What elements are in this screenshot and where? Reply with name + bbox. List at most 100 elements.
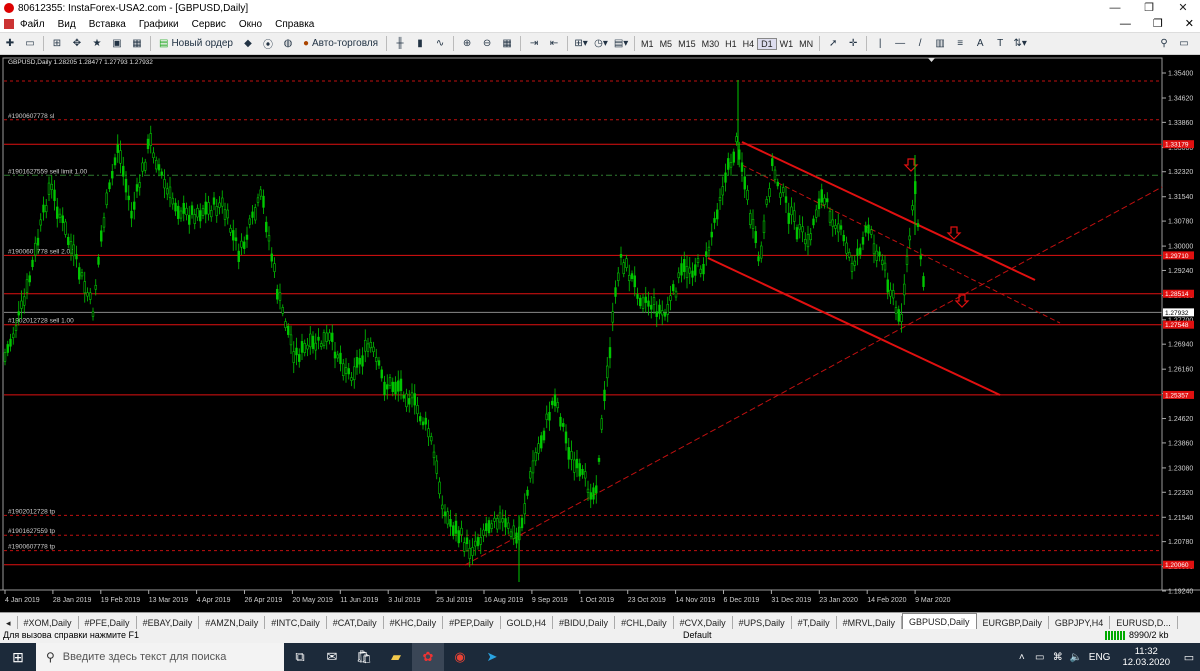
market-watch-icon[interactable]: ⊞ (49, 35, 65, 52)
close-button[interactable]: ✕ (1166, 0, 1200, 16)
volume-icon[interactable]: 🔈 (1067, 643, 1085, 671)
chart-tab[interactable]: #UPS,Daily (733, 616, 792, 630)
templates-icon[interactable]: ▤▾ (613, 35, 629, 52)
profiles-icon[interactable]: ▭ (22, 35, 38, 52)
timeframe-m5[interactable]: M5 (657, 39, 676, 49)
candle-body (894, 307, 898, 314)
tab-scroll-arrow-icon[interactable]: ◂ (0, 616, 18, 630)
store-icon[interactable]: 🛍 (348, 643, 380, 671)
navigator-icon[interactable]: ★ (89, 35, 105, 52)
chart-tab[interactable]: #MRVL,Daily (837, 616, 902, 630)
new-order-button[interactable]: ▤ Новый ордер (156, 35, 236, 52)
autoscroll-icon[interactable]: ⇥ (526, 35, 542, 52)
line-chart-icon[interactable]: ∿ (432, 35, 448, 52)
timeframe-m30[interactable]: M30 (699, 39, 723, 49)
timeframe-d1[interactable]: D1 (757, 37, 777, 50)
chat-icon[interactable]: ▭ (1176, 35, 1192, 52)
arrows-tool-icon[interactable]: ⇅▾ (1012, 35, 1028, 52)
bar-chart-icon[interactable]: ╫ (392, 35, 408, 52)
window-titlebar: 80612355: InstaForex-USA2.com - [GBPUSD,… (0, 0, 1200, 16)
task-view-icon[interactable]: ⧉ (284, 643, 316, 671)
crosshair-icon[interactable]: ✛ (845, 35, 861, 52)
terminal-icon[interactable]: ▣ (109, 35, 125, 52)
mail-icon[interactable]: ✉ (316, 643, 348, 671)
zoom-out-icon[interactable]: ⊖ (479, 35, 495, 52)
chart-tab[interactable]: #CVX,Daily (674, 616, 733, 630)
metaeditor-icon[interactable]: ◆ (240, 35, 256, 52)
text-tool[interactable]: A (972, 35, 988, 52)
auto-trading-label: Авто-торговля (312, 38, 379, 49)
chart-tab[interactable]: #AMZN,Daily (199, 616, 266, 630)
menu-window[interactable]: Окно (239, 19, 262, 30)
chart-tab[interactable]: GOLD,H4 (501, 616, 554, 630)
price-tick-label: 1.31540 (1168, 194, 1193, 201)
label-tool[interactable]: T (992, 35, 1008, 52)
chart-tab[interactable]: #PFE,Daily (79, 616, 137, 630)
timeframe-m15[interactable]: M15 (675, 39, 699, 49)
indicators-icon[interactable]: ⊞▾ (573, 35, 589, 52)
chart-tab[interactable]: #PEP,Daily (443, 616, 501, 630)
chart-tab[interactable]: #EBAY,Daily (137, 616, 200, 630)
child-close-button[interactable]: ✕ (1185, 16, 1194, 32)
chart-tab[interactable]: #T,Daily (792, 616, 837, 630)
horizontal-line-tool[interactable]: — (892, 35, 908, 52)
menu-tools[interactable]: Сервис (192, 19, 226, 30)
chart-tab[interactable]: #CHL,Daily (615, 616, 674, 630)
periods-icon[interactable]: ◷▾ (593, 35, 609, 52)
metatrader-app-icon[interactable]: ✿ (412, 643, 444, 671)
chart-tab[interactable]: #CAT,Daily (327, 616, 384, 630)
menu-insert[interactable]: Вставка (89, 19, 126, 30)
taskbar-clock[interactable]: 11:32 12.03.2020 (1122, 646, 1170, 668)
tray-arrow-icon[interactable]: ˄ (1013, 643, 1031, 671)
chart-tab[interactable]: #BIDU,Daily (553, 616, 616, 630)
chart-tab[interactable]: EURGBP,Daily (977, 616, 1049, 630)
timeframe-m1[interactable]: M1 (638, 39, 657, 49)
maximize-button[interactable]: ❐ (1132, 0, 1166, 16)
chrome-icon[interactable]: ◉ (444, 643, 476, 671)
timeframe-mn[interactable]: MN (796, 39, 816, 49)
telegram-icon[interactable]: ➤ (476, 643, 508, 671)
new-chart-icon[interactable]: ✚ (2, 35, 18, 52)
zoom-in-icon[interactable]: ⊕ (459, 35, 475, 52)
menu-help[interactable]: Справка (275, 19, 314, 30)
auto-trading-button[interactable]: ● Авто-торговля (300, 35, 381, 52)
data-window-icon[interactable]: ✥ (69, 35, 85, 52)
channel-tool[interactable]: ▥ (932, 35, 948, 52)
chart-tab[interactable]: #KHC,Daily (384, 616, 444, 630)
menu-charts[interactable]: Графики (139, 19, 179, 30)
child-minimize-button[interactable]: — (1120, 16, 1131, 32)
menu-file[interactable]: Файл (20, 19, 45, 30)
fibonacci-tool-icon[interactable]: ≡ (952, 35, 968, 52)
trendline-tool[interactable]: / (912, 35, 928, 52)
market-icon[interactable]: ◍ (280, 35, 296, 52)
candle-body (798, 224, 801, 230)
chart-tab[interactable]: #XOM,Daily (18, 616, 79, 630)
chart-tab[interactable]: EURUSD,D... (1110, 616, 1178, 630)
chart-tab[interactable]: #INTC,Daily (265, 616, 327, 630)
file-explorer-icon[interactable]: ▰ (380, 643, 412, 671)
tile-windows-icon[interactable]: ▦ (499, 35, 515, 52)
windows-start-icon[interactable]: ⊞ (0, 643, 36, 671)
language-indicator[interactable]: ENG (1089, 652, 1111, 663)
taskbar-search-box[interactable]: ⚲ Введите здесь текст для поиска (36, 643, 284, 671)
chart-tab[interactable]: GBPJPY,H4 (1049, 616, 1111, 630)
search-icon[interactable]: ⚲ (1156, 35, 1172, 52)
minimize-button[interactable]: — (1098, 0, 1132, 16)
chart-tab[interactable]: GBPUSD,Daily (901, 613, 977, 630)
candle-chart-icon[interactable]: ▮ (412, 35, 428, 52)
strategy-tester-icon[interactable]: ▦ (129, 35, 145, 52)
menu-view[interactable]: Вид (58, 19, 76, 30)
signals-icon[interactable]: ⦿ (260, 35, 276, 52)
battery-icon[interactable]: ▭ (1031, 643, 1049, 671)
timeframe-h4[interactable]: H4 (740, 39, 758, 49)
vertical-line-tool[interactable]: | (872, 35, 888, 52)
chart-shift-icon[interactable]: ⇤ (546, 35, 562, 52)
notifications-icon[interactable]: ▭ (1178, 643, 1200, 671)
child-restore-button[interactable]: ❐ (1153, 16, 1163, 32)
price-chart[interactable]: 1.35400 1.34620 1.33860 1.33080 1.32320 1.315… (0, 55, 1200, 612)
network-icon[interactable]: ⌘ (1049, 643, 1067, 671)
candle-body (413, 393, 416, 406)
cursor-icon[interactable]: ➚ (825, 35, 841, 52)
timeframe-w1[interactable]: W1 (777, 39, 797, 49)
timeframe-h1[interactable]: H1 (722, 39, 740, 49)
